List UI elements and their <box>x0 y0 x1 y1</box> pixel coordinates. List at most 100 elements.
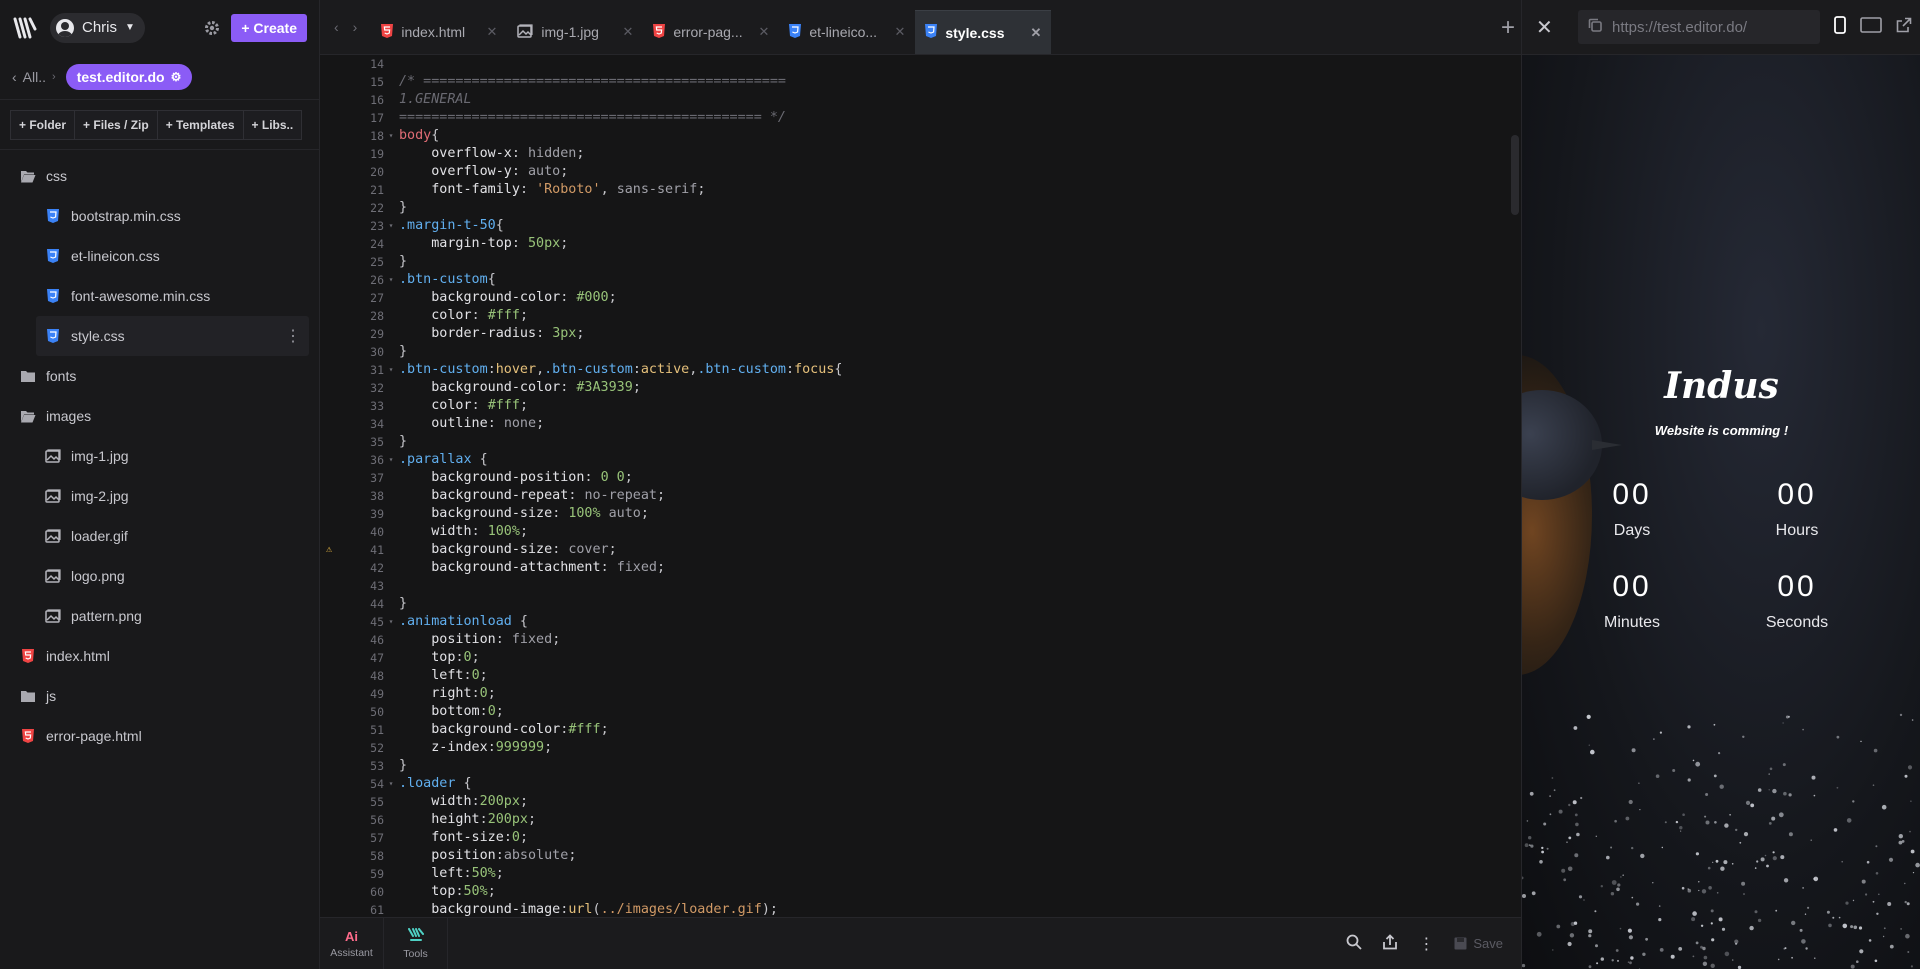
save-button[interactable]: Save <box>1454 936 1503 951</box>
copy-link-icon[interactable] <box>1588 18 1602 36</box>
fold-toggle-icon[interactable]: ▾ <box>386 361 396 379</box>
add-templates-button[interactable]: + Templates <box>156 109 244 140</box>
gutter-spacer <box>320 109 338 127</box>
tree-file[interactable]: font-awesome.min.css <box>0 276 319 316</box>
fold-toggle-icon[interactable]: ▾ <box>386 127 396 145</box>
line-number: 48 <box>370 669 384 683</box>
tree-folder[interactable]: css <box>0 156 319 196</box>
line-number: 35 <box>370 435 384 449</box>
more-vertical-icon[interactable]: ⋮ <box>1418 934 1434 954</box>
tree-file[interactable]: img-2.jpg <box>0 476 319 516</box>
bird-beak-image <box>1592 440 1622 450</box>
fold-toggle-icon[interactable]: ▾ <box>386 271 396 289</box>
tree-item-label: js <box>46 688 57 704</box>
user-menu[interactable]: Chris ▼ <box>50 12 145 43</box>
line-number: 26 <box>370 273 384 287</box>
close-tab-icon[interactable]: ✕ <box>1030 25 1041 41</box>
tree-file[interactable]: logo.png <box>0 556 319 596</box>
tree-file[interactable]: index.html <box>0 636 319 676</box>
fold-toggle-icon[interactable]: ▾ <box>386 613 396 631</box>
new-tab-icon[interactable]: + <box>1501 14 1515 42</box>
editor-tab[interactable]: index.html ✕ <box>371 10 507 54</box>
line-number: 22 <box>370 201 384 215</box>
tree-file[interactable]: bootstrap.min.css <box>0 196 319 236</box>
tree-file[interactable]: error-page.html <box>0 716 319 756</box>
more-vertical-icon[interactable]: ⋮ <box>285 326 301 346</box>
tree-file[interactable]: pattern.png <box>0 596 319 636</box>
open-external-icon[interactable] <box>1896 17 1912 38</box>
fold-toggle-icon[interactable]: ▾ <box>386 451 396 469</box>
code-line: 15 /* ===================================… <box>320 73 1521 91</box>
fold-toggle-icon[interactable]: ▾ <box>386 217 396 235</box>
code-token: : <box>487 740 496 755</box>
add-folder-button[interactable]: + Folder <box>10 109 76 140</box>
gutter-spacer <box>320 73 338 91</box>
tools-button[interactable]: Tools <box>384 917 448 969</box>
code-token: ; <box>495 704 504 719</box>
countdown-seconds-value: 00 <box>1777 570 1817 603</box>
breadcrumb-back[interactable]: ‹ All.. <box>12 69 46 85</box>
tree-folder[interactable]: fonts <box>0 356 319 396</box>
line-number: 38 <box>370 489 384 503</box>
editor-tab[interactable]: et-lineico... ✕ <box>779 10 915 54</box>
warning-icon[interactable]: ⚠ <box>320 541 338 559</box>
tab-forward-icon[interactable]: › <box>353 19 358 35</box>
add-files-button[interactable]: + Files / Zip <box>74 109 158 140</box>
code-token: left <box>431 668 464 683</box>
tree-file[interactable]: img-1.jpg <box>0 436 319 476</box>
css-file-icon <box>925 24 938 41</box>
close-tab-icon[interactable]: ✕ <box>622 24 633 40</box>
code-token: ; <box>552 632 561 647</box>
tree-file[interactable]: loader.gif <box>0 516 319 556</box>
gear-icon[interactable] <box>203 19 221 37</box>
tab-back-icon[interactable]: ‹ <box>334 19 339 35</box>
tree-file[interactable]: style.css ⋮ <box>36 316 309 356</box>
add-libs-button[interactable]: + Libs.. <box>242 109 303 140</box>
share-icon[interactable] <box>1382 934 1398 953</box>
tree-folder[interactable]: js <box>0 676 319 716</box>
gutter-spacer <box>320 451 338 469</box>
editor-tab[interactable]: error-pag... ✕ <box>643 10 779 54</box>
tablet-view-icon[interactable] <box>1860 16 1882 38</box>
folder-icon <box>20 688 36 704</box>
close-tab-icon[interactable]: ✕ <box>758 24 769 40</box>
close-preview-icon[interactable]: ✕ <box>1536 15 1560 40</box>
code-token: } <box>399 200 408 215</box>
code-text: top:50%; <box>396 883 496 901</box>
mobile-view-icon[interactable] <box>1834 15 1846 39</box>
close-tab-icon[interactable]: ✕ <box>894 24 905 40</box>
assistant-button[interactable]: Ai Assistant <box>320 917 384 969</box>
gutter-spacer <box>320 883 338 901</box>
code-token: ; <box>632 380 641 395</box>
code-view[interactable]: 14 15 /* =================================… <box>320 55 1521 917</box>
editor-app: Chris ▼ + Create ‹ All.. › test.editor.d… <box>0 0 1920 969</box>
create-button[interactable]: + Create <box>231 13 307 42</box>
editor-tab[interactable]: style.css ✕ <box>915 10 1052 54</box>
code-text: top:0; <box>396 649 479 667</box>
app-logo-icon[interactable] <box>12 15 38 41</box>
preview-viewport[interactable]: Indus Website is comming ! 00 Days 00 Ho… <box>1522 55 1920 969</box>
preview-url-bar[interactable]: https://test.editor.do/ <box>1578 10 1820 44</box>
editor-scrollbar[interactable] <box>1511 135 1519 215</box>
fold-toggle-icon[interactable]: ▾ <box>386 775 396 793</box>
editor-tab[interactable]: img-1.jpg ✕ <box>507 10 643 54</box>
close-tab-icon[interactable]: ✕ <box>486 24 497 40</box>
search-icon[interactable] <box>1346 934 1362 953</box>
tree-file[interactable]: et-lineicon.css <box>0 236 319 276</box>
file-tree: css bootstrap.min.css et-lineicon.css font-… <box>0 150 319 756</box>
project-settings-icon[interactable]: ⚙ <box>171 70 182 84</box>
code-token: overflow-y <box>431 164 512 179</box>
avatar-icon <box>56 18 74 37</box>
code-token: : <box>503 830 512 845</box>
tree-folder[interactable]: images <box>0 396 319 436</box>
line-number: 19 <box>370 147 384 161</box>
editor-bottom-bar: Ai Assistant Tools ⋮ Save <box>320 917 1521 969</box>
code-token: background-color <box>431 722 561 737</box>
project-selector[interactable]: test.editor.do ⚙ <box>65 64 193 90</box>
